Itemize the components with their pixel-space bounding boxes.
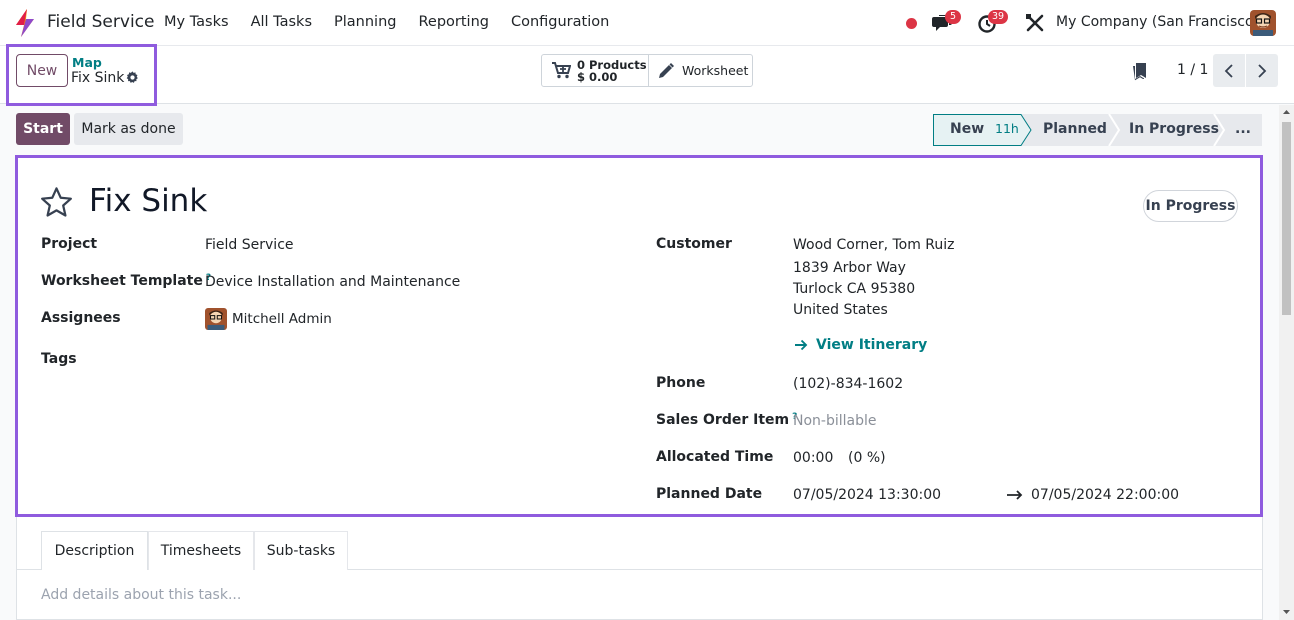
task-title[interactable]: Fix Sink (89, 183, 207, 219)
phone-label: Phone (656, 375, 706, 391)
sales-order-item-label-text: Sales Order Item (656, 412, 790, 428)
customer-street: 1839 Arbor Way (793, 260, 906, 276)
allocated-time-field[interactable]: 00:00 (793, 450, 833, 466)
breadcrumb-current: Fix Sink (71, 70, 125, 86)
allocated-time-percent: (0 %) (848, 450, 886, 466)
customer-country: United States (793, 302, 888, 318)
tab-description[interactable]: Description (41, 531, 148, 570)
allocated-time-label: Allocated Time (656, 449, 774, 465)
app-name[interactable]: Field Service (47, 12, 154, 32)
start-button[interactable]: Start (16, 113, 70, 145)
chevron-right-icon (1258, 63, 1267, 78)
assignee-name[interactable]: Mitchell Admin (232, 311, 332, 327)
gear-icon[interactable] (126, 71, 139, 84)
planned-date-start[interactable]: 07/05/2024 13:30:00 (793, 487, 941, 503)
assignee-avatar-icon (205, 308, 227, 330)
assignee-avatar[interactable] (205, 308, 227, 330)
worksheet-smart-button[interactable]: Worksheet (649, 55, 748, 86)
customer-label: Customer (656, 236, 732, 252)
stage-statusbar: New 11h Planned In Progress ... (933, 114, 1263, 146)
status-dot-icon[interactable] (906, 18, 917, 29)
tab-sub-tasks[interactable]: Sub-tasks (254, 531, 348, 570)
scroll-down-arrow-icon[interactable] (1282, 607, 1291, 616)
stage-in-progress[interactable]: In Progress (1129, 121, 1219, 137)
sales-order-item-field[interactable]: Non-billable (793, 413, 877, 429)
field-service-logo-icon[interactable] (14, 9, 36, 37)
pager-value[interactable]: 1 / 1 (1177, 62, 1208, 78)
long-arrow-right-icon (1007, 490, 1023, 500)
products-amount: $ 0.00 (577, 69, 618, 84)
pager-next-button[interactable] (1246, 54, 1278, 87)
mark-as-done-button[interactable]: Mark as done (74, 113, 183, 145)
planned-date-label: Planned Date (656, 486, 763, 502)
project-label: Project (41, 236, 98, 252)
star-icon[interactable] (40, 186, 73, 218)
main-menu: My Tasks All Tasks Planning Reporting Co… (164, 14, 631, 30)
smart-buttons: 0 Products $ 0.00 Worksheet (541, 54, 753, 87)
menu-reporting[interactable]: Reporting (418, 14, 489, 30)
pencil-icon (659, 62, 674, 78)
menu-planning[interactable]: Planning (334, 14, 396, 30)
activities-badge: 39 (988, 10, 1009, 24)
description-field[interactable]: Add details about this task... (41, 587, 241, 603)
project-field[interactable]: Field Service (205, 237, 294, 253)
menu-all-tasks[interactable]: All Tasks (251, 14, 312, 30)
phone-field[interactable]: (102)-834-1602 (793, 376, 903, 392)
cart-icon (552, 62, 571, 79)
stage-more[interactable]: ... (1235, 121, 1251, 137)
stage-new-duration: 11h (995, 121, 1019, 136)
company-switcher[interactable]: My Company (San Francisco) (1056, 14, 1259, 30)
bookmark-icon[interactable] (1133, 63, 1147, 81)
menu-my-tasks[interactable]: My Tasks (164, 14, 229, 30)
debug-tools-icon[interactable] (1024, 12, 1046, 34)
menu-configuration[interactable]: Configuration (511, 14, 609, 30)
arrow-right-icon (795, 339, 808, 351)
planned-date-end[interactable]: 07/05/2024 22:00:00 (1031, 487, 1179, 503)
customer-name[interactable]: Wood Corner, Tom Ruiz (793, 237, 955, 253)
scrollbar-thumb[interactable] (1282, 122, 1291, 315)
chevron-left-icon (1224, 63, 1233, 78)
tab-timesheets[interactable]: Timesheets (148, 531, 254, 570)
pager-buttons (1213, 54, 1278, 87)
worksheet-template-field[interactable]: Device Installation and Maintenance (205, 274, 460, 290)
user-avatar[interactable] (1250, 10, 1276, 36)
customer-city: Turlock CA 95380 (793, 281, 916, 297)
top-navbar: Field Service My Tasks All Tasks Plannin… (0, 0, 1294, 46)
assignees-label: Assignees (41, 310, 121, 326)
view-itinerary-label: View Itinerary (816, 337, 928, 353)
pager-previous-button[interactable] (1213, 54, 1245, 87)
view-itinerary-button[interactable]: View Itinerary (795, 337, 927, 353)
task-state-button[interactable]: In Progress (1143, 190, 1238, 222)
scroll-up-arrow-icon[interactable] (1282, 108, 1291, 117)
user-avatar-icon (1250, 10, 1276, 36)
stage-new-label: New (950, 121, 985, 137)
breadcrumb-parent-link[interactable]: Map (72, 55, 102, 70)
new-button[interactable]: New (16, 54, 68, 87)
tags-label: Tags (41, 351, 77, 367)
products-smart-button[interactable]: 0 Products $ 0.00 (542, 55, 649, 86)
messages-badge: 5 (945, 10, 961, 24)
worksheet-template-label-text: Worksheet Template (41, 273, 203, 289)
stage-new[interactable]: New 11h (950, 121, 1019, 137)
stage-planned[interactable]: Planned (1043, 121, 1107, 137)
sales-order-item-label: Sales Order Item? (656, 412, 797, 428)
worksheet-label: Worksheet (682, 63, 749, 78)
worksheet-template-label: Worksheet Template? (41, 273, 211, 289)
